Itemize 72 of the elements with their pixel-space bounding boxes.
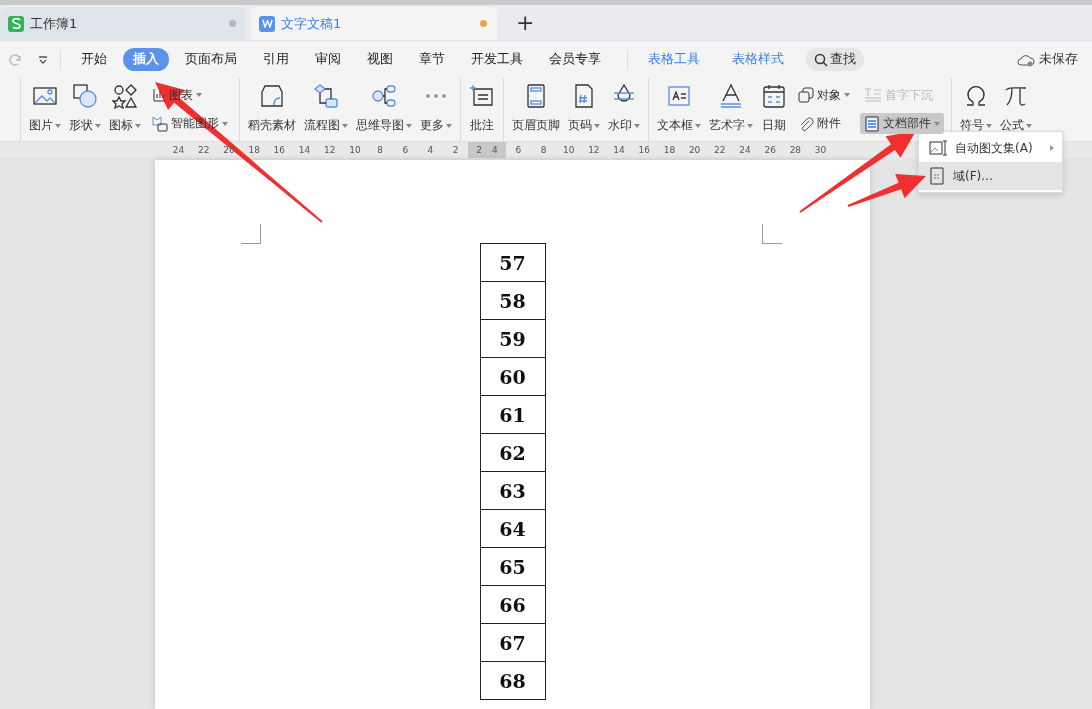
ribbon-button[interactable]: 文档部件 <box>860 113 944 135</box>
menu-tab[interactable]: 页面布局 <box>175 48 247 71</box>
table-cell: 68 <box>479 661 546 700</box>
store-icon <box>259 83 285 109</box>
autotext-icon <box>929 139 947 157</box>
shapes-icon <box>72 83 98 109</box>
table-cell: 58 <box>479 281 546 320</box>
table-cell: 60 <box>479 357 546 396</box>
document-tab[interactable]: 文字文稿1 <box>251 7 497 40</box>
table-cell: 66 <box>479 585 546 624</box>
search-button[interactable]: 查找 <box>806 48 864 71</box>
menu-tab[interactable]: 引用 <box>253 48 299 71</box>
cloud-icon <box>1017 52 1035 67</box>
menu-item[interactable]: 域(F)... <box>919 162 1062 190</box>
margin-mark <box>762 224 782 244</box>
paperclip-icon <box>798 115 814 132</box>
mind-map-icon <box>371 83 397 109</box>
document-tab[interactable]: 工作簿1 <box>0 7 246 40</box>
new-tab-button[interactable]: + <box>516 10 535 35</box>
chart-icon <box>152 88 166 103</box>
ribbon-button[interactable]: 思维导图 <box>353 78 415 141</box>
table-cell: 65 <box>479 547 546 586</box>
table-cell: 63 <box>479 471 546 510</box>
ribbon-button[interactable]: 对象 <box>794 84 854 106</box>
ribbon-button[interactable]: 更多 <box>417 78 455 141</box>
field-icon <box>929 167 945 185</box>
calendar-icon <box>761 83 787 109</box>
table-cell: 59 <box>479 319 546 358</box>
menu-tab[interactable]: 视图 <box>357 48 403 71</box>
table-cell: 64 <box>479 509 546 548</box>
menu-tab[interactable]: 审阅 <box>305 48 351 71</box>
tab-title: 工作簿1 <box>30 14 79 33</box>
context-tab[interactable]: 表格样式 <box>722 48 794 71</box>
margin-mark <box>241 224 261 244</box>
more-icon <box>426 94 446 98</box>
ribbon-button[interactable]: 文本框 <box>654 78 704 141</box>
menu-tab[interactable]: 开发工具 <box>461 48 533 71</box>
text-box-icon <box>666 83 692 109</box>
ribbon-button[interactable]: 稻壳素材 <box>245 78 299 141</box>
menu-item[interactable]: 自动图文集(A) <box>919 134 1062 162</box>
comment-icon <box>469 83 495 109</box>
search-icon <box>814 52 828 67</box>
document-icon <box>259 15 275 32</box>
menu-tab[interactable]: 开始 <box>71 48 117 71</box>
menu-tab[interactable]: 会员专享 <box>539 48 611 71</box>
object-icon <box>798 87 814 104</box>
table-cell: 67 <box>479 623 546 662</box>
ribbon-button[interactable]: 批注 <box>466 78 498 141</box>
ribbon-button[interactable]: 形状 <box>66 78 104 141</box>
ribbon-button[interactable]: 日期 <box>758 78 790 141</box>
flowchart-icon <box>313 83 339 109</box>
menu-tab[interactable]: 章节 <box>409 48 455 71</box>
icons-icon <box>112 83 138 109</box>
ribbon-button[interactable]: 图标 <box>106 78 144 141</box>
tab-title: 文字文稿1 <box>281 14 343 33</box>
ribbon-button[interactable]: 流程图 <box>301 78 351 141</box>
ribbon-button[interactable]: 图片 <box>26 78 64 141</box>
drop-cap-icon <box>864 88 882 103</box>
ribbon-button[interactable]: 附件 <box>794 113 854 135</box>
save-status: 未保存 <box>1039 51 1078 68</box>
smart-art-icon <box>152 115 168 132</box>
context-tab[interactable]: 表格工具 <box>638 48 710 71</box>
table-cell: 62 <box>479 433 546 472</box>
ribbon-button[interactable]: 水印 <box>605 78 643 141</box>
spreadsheet-icon <box>8 15 24 32</box>
ribbon-button[interactable]: 页码 <box>565 78 603 141</box>
word-art-icon <box>718 83 744 109</box>
table-cell: 61 <box>479 395 546 434</box>
table-cell: 57 <box>479 243 546 282</box>
ribbon-button[interactable]: 艺术字 <box>706 78 756 141</box>
ribbon-button[interactable]: 页眉页脚 <box>509 78 563 141</box>
document-parts-icon <box>864 115 880 132</box>
